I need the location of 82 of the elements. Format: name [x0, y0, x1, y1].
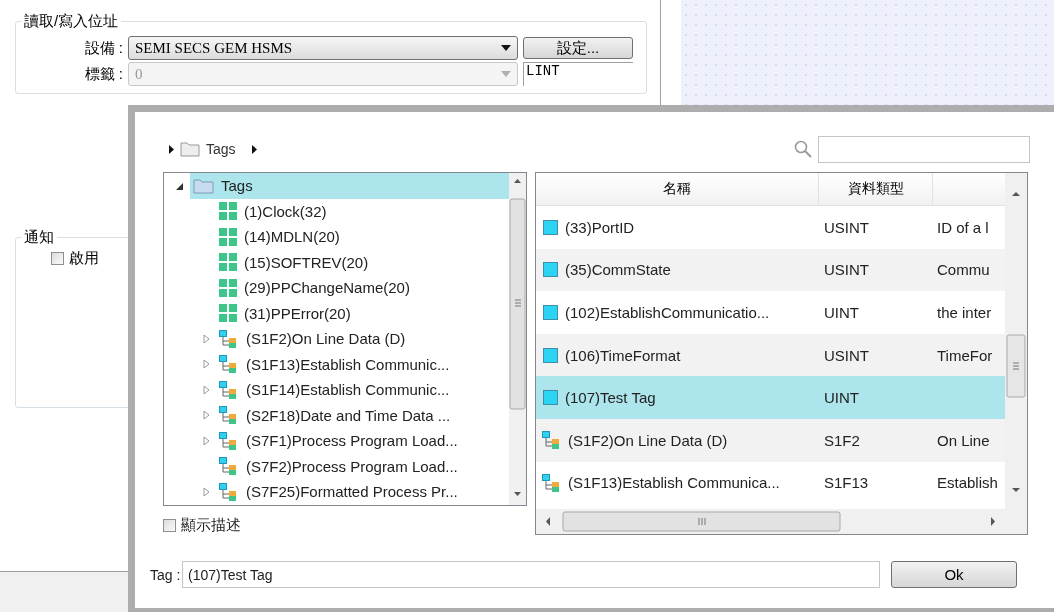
tree-item[interactable]: (31)PPError(20) [216, 300, 509, 326]
hierarchy-icon [542, 473, 562, 492]
column-header[interactable]: 名稱 [536, 173, 819, 205]
tree-item[interactable]: (S7F1)Process Program Load... [216, 428, 509, 454]
table-cell: (33)PortID [536, 218, 819, 236]
tree-item[interactable]: (S1F13)Establish Communic... [216, 351, 509, 377]
table-cell: (S1F13)Establish Communica... [536, 473, 819, 492]
hierarchy-icon [219, 329, 239, 348]
tag-square-icon [542, 346, 559, 364]
group-title: 讀取/寫入位址 [23, 12, 120, 31]
tree-item[interactable]: (S2F18)Date and Time Data ... [216, 402, 509, 428]
tree-item[interactable]: (29)PPChangeName(20) [216, 275, 509, 301]
grid-icon [219, 202, 237, 221]
data-type-text: LINT [523, 62, 633, 86]
table-cell-text: S1F2 [823, 431, 861, 449]
device-dropdown[interactable]: SEMI SECS GEM HSMS [128, 36, 518, 60]
hierarchy-icon [219, 431, 239, 450]
tag-square-icon [542, 218, 559, 236]
tree-item[interactable]: (15)SOFTREV(20) [216, 249, 509, 275]
table-cell-text: USINT [823, 346, 870, 364]
tag-square-icon [542, 261, 559, 279]
breadcrumb-item[interactable]: Tags [206, 141, 236, 157]
tree-item[interactable]: (S1F2)On Line Data (D) [216, 326, 509, 352]
table-cell-text: USINT [823, 218, 870, 236]
tree-item[interactable]: (S7F25)Formatted Process Pr... [216, 479, 509, 505]
table-cell: (107)Test Tag [536, 389, 819, 407]
grid-icon [219, 227, 237, 246]
grid-icon [219, 253, 237, 272]
table-cell: (S1F2)On Line Data (D) [536, 431, 819, 450]
table-row[interactable]: (106)TimeFormat USINT TimeFor [536, 333, 1005, 377]
hierarchy-icon [542, 431, 562, 450]
table-cell-text: UINT [823, 389, 860, 407]
table-cell-text: TimeFor [936, 346, 994, 364]
table-cell: (102)EstablishCommunicatio... [536, 304, 819, 321]
dropdown-arrow-icon [501, 71, 511, 77]
table-cell-text: Establish [936, 474, 999, 492]
table-cell-text: ID of a l [936, 218, 990, 236]
group-title: 通知 [23, 228, 55, 247]
right-arrow-icon[interactable] [169, 144, 174, 154]
scrollbar[interactable] [536, 509, 1027, 534]
search-icon [794, 140, 812, 158]
checkbox-label: 顯示描述 [181, 516, 241, 535]
dropdown-arrow-icon [501, 45, 511, 51]
tree-item[interactable]: (14)MDLN(20) [216, 224, 509, 250]
table-cell-text: UINT [823, 304, 860, 321]
ok-button[interactable]: Ok [891, 561, 1017, 588]
tree-item[interactable]: (S1F14)Establish Communic... [216, 377, 509, 403]
hierarchy-icon [219, 380, 239, 399]
grid-icon [219, 278, 237, 297]
checkbox-label: 啟用 [69, 249, 99, 268]
tag-field[interactable]: (107)Test Tag [182, 561, 880, 588]
table-cell: (35)CommState [536, 261, 819, 279]
right-arrow-icon[interactable] [251, 144, 257, 154]
table-cell-text: the inter [936, 304, 993, 321]
checkbox[interactable] [163, 519, 176, 532]
hierarchy-icon [219, 457, 239, 476]
checkbox[interactable] [51, 252, 64, 265]
folder-icon [180, 141, 200, 157]
table-cell-text: On Line [936, 431, 991, 449]
field-label: 標籤 : [83, 64, 123, 84]
hierarchy-icon [219, 355, 239, 374]
field-label: 設備 : [83, 38, 123, 58]
tag-square-icon [542, 389, 559, 407]
grid-icon [219, 304, 237, 323]
table-cell-text: Commu [936, 261, 991, 279]
table-cell-text: USINT [823, 261, 870, 279]
field-label: Tag : [150, 566, 182, 583]
table-row[interactable]: (35)CommState USINT Commu [536, 248, 1005, 292]
tag-square-icon [542, 304, 559, 321]
tree-item[interactable]: (1)Clock(32) [216, 198, 509, 224]
table-cell: (106)TimeFormat [536, 346, 819, 364]
table-row[interactable]: (107)Test Tag UINT [536, 376, 1005, 419]
hierarchy-icon [219, 482, 239, 501]
tree-item[interactable]: Tags [190, 173, 509, 199]
table-row[interactable]: (S1F2)On Line Data (D) S1F2 On Line [536, 418, 1005, 462]
tree-item[interactable]: (S7F2)Process Program Load... [216, 453, 509, 479]
settings-button[interactable]: 設定... [523, 37, 633, 59]
search-field[interactable] [818, 135, 1030, 163]
table-cell-text: S1F13 [823, 474, 870, 492]
hierarchy-icon [219, 406, 239, 425]
folder-icon [193, 177, 214, 194]
column-header[interactable]: 資料類型 [819, 173, 933, 205]
